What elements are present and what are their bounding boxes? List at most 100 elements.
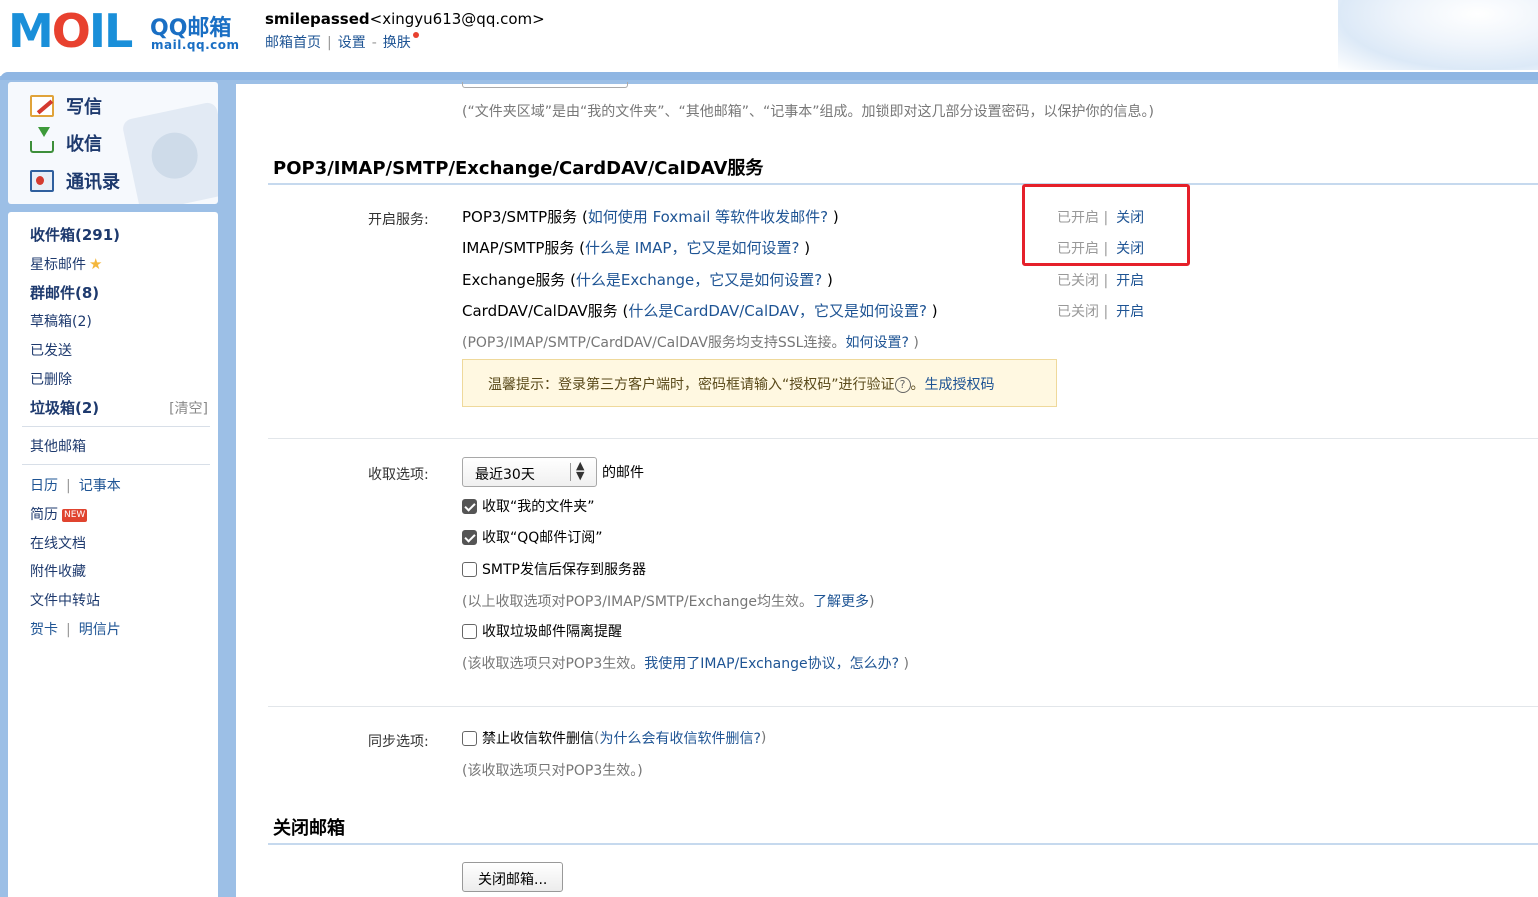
sidebar-item-calendar[interactable]: 日历: [30, 478, 58, 494]
exchange-status: 已关闭 | 开启: [1057, 270, 1144, 290]
user-info: smilepassed<xingyu613@qq.com>: [265, 10, 545, 28]
qq-mail-logo[interactable]: MOIL QQ邮箱 mail.qq.com: [8, 4, 243, 60]
user-name: smilepassed: [265, 10, 370, 28]
fetch-range-select[interactable]: 最近30天 ▲ ▼: [462, 457, 597, 487]
prevent-client-delete-checkbox[interactable]: 禁止收信软件删信 (为什么会有收信软件删信? ): [462, 728, 766, 748]
sidebar-item-starred[interactable]: 星标邮件 ★: [30, 254, 102, 274]
sidebar-item-resume[interactable]: 简历 NEW: [30, 504, 88, 524]
sidebar-item-sent[interactable]: 已发送: [30, 340, 72, 360]
sidebar-item-other-mailbox[interactable]: 其他邮箱: [30, 436, 86, 456]
service-row-exchange: Exchange服务 (什么是Exchange，它又是如何设置? ): [462, 269, 833, 290]
paren-open: (: [565, 271, 576, 289]
sidebar-actions: 写信 收信 通讯录: [8, 82, 218, 204]
why-client-delete-link[interactable]: 为什么会有收信软件删信?: [599, 728, 760, 748]
service-name: IMAP/SMTP服务: [462, 239, 575, 257]
sidebar-item-drafts[interactable]: 草稿箱(2): [30, 311, 92, 331]
service-name: Exchange服务: [462, 271, 566, 289]
mail-home-link[interactable]: 邮箱首页: [265, 35, 321, 51]
carddav-open-button[interactable]: 开启: [1116, 304, 1144, 320]
star-icon: ★: [89, 255, 103, 273]
checkbox-checked-icon[interactable]: [462, 529, 477, 545]
section-divider: [268, 706, 1538, 707]
exchange-open-button[interactable]: 开启: [1116, 273, 1144, 289]
ssl-settings-link[interactable]: 如何设置?: [845, 335, 908, 351]
fetch-range-value: 最近30天: [475, 467, 535, 483]
smtp-save-sent-checkbox[interactable]: SMTP发信后保存到服务器: [462, 559, 646, 579]
paren-close: ): [908, 335, 919, 351]
paren-close: ): [869, 594, 875, 610]
service-row-imap: IMAP/SMTP服务 (什么是 IMAP，它又是如何设置? ): [462, 237, 810, 258]
fetch-note-text: (以上收取选项对POP3/IMAP/SMTP/Exchange均生效。: [462, 594, 814, 610]
pop3-help-link[interactable]: 如何使用 Foxmail 等软件收发邮件?: [588, 208, 828, 226]
sync-options-label: 同步选项:: [368, 734, 429, 750]
link-separator: -: [371, 35, 377, 51]
imap-exchange-help-link[interactable]: 我使用了IMAP/Exchange协议，怎么办?: [644, 656, 899, 672]
starred-label: 星标邮件: [30, 257, 86, 273]
sidebar-divider: [22, 464, 210, 465]
contacts-button[interactable]: 通讯录: [30, 167, 120, 195]
logo-wordmark: MOIL: [8, 4, 133, 58]
fetch-options-note: (以上收取选项对POP3/IMAP/SMTP/Exchange均生效。了解更多): [462, 591, 875, 611]
service-row-carddav: CardDAV/CalDAV服务 (什么是CardDAV/CalDAV，它又是如…: [462, 300, 938, 321]
service-name: CardDAV/CalDAV服务: [462, 302, 618, 320]
compose-button[interactable]: 写信: [30, 92, 102, 120]
checkbox-unchecked-icon[interactable]: [462, 623, 477, 639]
junk-note-text: (该收取选项只对POP3生效。: [462, 656, 645, 672]
receive-label: 收信: [66, 134, 102, 155]
status-separator: |: [1103, 304, 1109, 320]
exchange-status-text: 已关闭: [1057, 273, 1099, 289]
fetch-my-folders-checkbox[interactable]: 收取“我的文件夹”: [462, 496, 595, 516]
ssl-note-text: (POP3/IMAP/SMTP/CardDAV/CalDAV服务均支持SSL连接…: [462, 335, 846, 351]
checkbox-label: SMTP发信后保存到服务器: [482, 562, 646, 578]
paren-close: ): [799, 239, 811, 257]
header-links: 邮箱首页 | 设置 - 换肤: [265, 32, 419, 52]
sidebar-item-greeting-cards[interactable]: 贺卡: [30, 622, 58, 638]
change-skin-link[interactable]: 换肤: [383, 35, 411, 51]
updown-arrow-icon: ▲ ▼: [576, 459, 585, 482]
sidebar-item-inbox[interactable]: 收件箱(291): [30, 224, 120, 245]
sync-option-note: (该收取选项只对POP3生效。): [462, 763, 643, 779]
highlight-box: [1022, 184, 1190, 266]
exchange-help-link[interactable]: 什么是Exchange，它又是如何设置?: [576, 271, 822, 289]
sidebar-item-postcards[interactable]: 明信片: [79, 622, 121, 638]
notification-dot-icon: [412, 32, 419, 38]
sidebar-item-deleted[interactable]: 已删除: [30, 369, 72, 389]
paren-close: ): [822, 271, 833, 289]
receive-button[interactable]: 收信: [30, 127, 102, 157]
learn-more-link[interactable]: 了解更多: [813, 594, 869, 610]
clear-junk-link[interactable]: [清空]: [169, 398, 208, 418]
sidebar-item-file-transfer[interactable]: 文件中转站: [30, 590, 100, 610]
section-divider: [268, 438, 1538, 439]
sidebar-item-attachments[interactable]: 附件收藏: [30, 561, 86, 581]
generate-auth-code-link[interactable]: 生成授权码: [925, 377, 995, 393]
fetch-qq-subscription-checkbox[interactable]: 收取“QQ邮件订阅”: [462, 527, 603, 547]
checkbox-unchecked-icon[interactable]: [462, 730, 477, 746]
receive-icon: [30, 127, 54, 153]
frame-top-bar: [0, 72, 1538, 80]
user-email: <xingyu613@qq.com>: [369, 10, 545, 28]
carddav-help-link[interactable]: 什么是CardDAV/CalDAV，它又是如何设置?: [628, 302, 927, 320]
sidebar-item-notes[interactable]: 记事本: [79, 478, 121, 494]
sidebar-item-junk[interactable]: 垃圾箱(2): [30, 397, 99, 418]
checkbox-label: 收取“我的文件夹”: [482, 499, 595, 515]
paren-close: ): [899, 656, 909, 672]
checkbox-label: 收取“QQ邮件订阅”: [482, 530, 603, 546]
sidebar-row-cards: 贺卡 | 明信片: [30, 619, 121, 639]
close-mailbox-button[interactable]: 关闭邮箱...: [462, 862, 564, 892]
folder-lock-button-edge[interactable]: [462, 82, 628, 88]
imap-help-link[interactable]: 什么是 IMAP，它又是如何设置?: [585, 239, 799, 257]
checkbox-checked-icon[interactable]: [462, 498, 477, 514]
contacts-icon: [30, 170, 54, 192]
header-decoration: [1338, 0, 1538, 70]
close-mailbox-section-title: 关闭邮箱: [273, 818, 345, 839]
paren-open: (: [574, 239, 586, 257]
checkbox-label: 禁止收信软件删信: [482, 731, 594, 747]
select-divider: [570, 463, 571, 481]
settings-link[interactable]: 设置: [338, 35, 366, 51]
sidebar-item-group[interactable]: 群邮件(8): [30, 282, 99, 303]
sidebar-item-docs[interactable]: 在线文档: [30, 533, 86, 553]
question-mark-icon[interactable]: ?: [894, 377, 911, 393]
junk-alert-checkbox[interactable]: 收取垃圾邮件隔离提醒: [462, 621, 622, 641]
penguin-stamp-icon: [121, 101, 218, 204]
checkbox-unchecked-icon[interactable]: [462, 561, 477, 577]
